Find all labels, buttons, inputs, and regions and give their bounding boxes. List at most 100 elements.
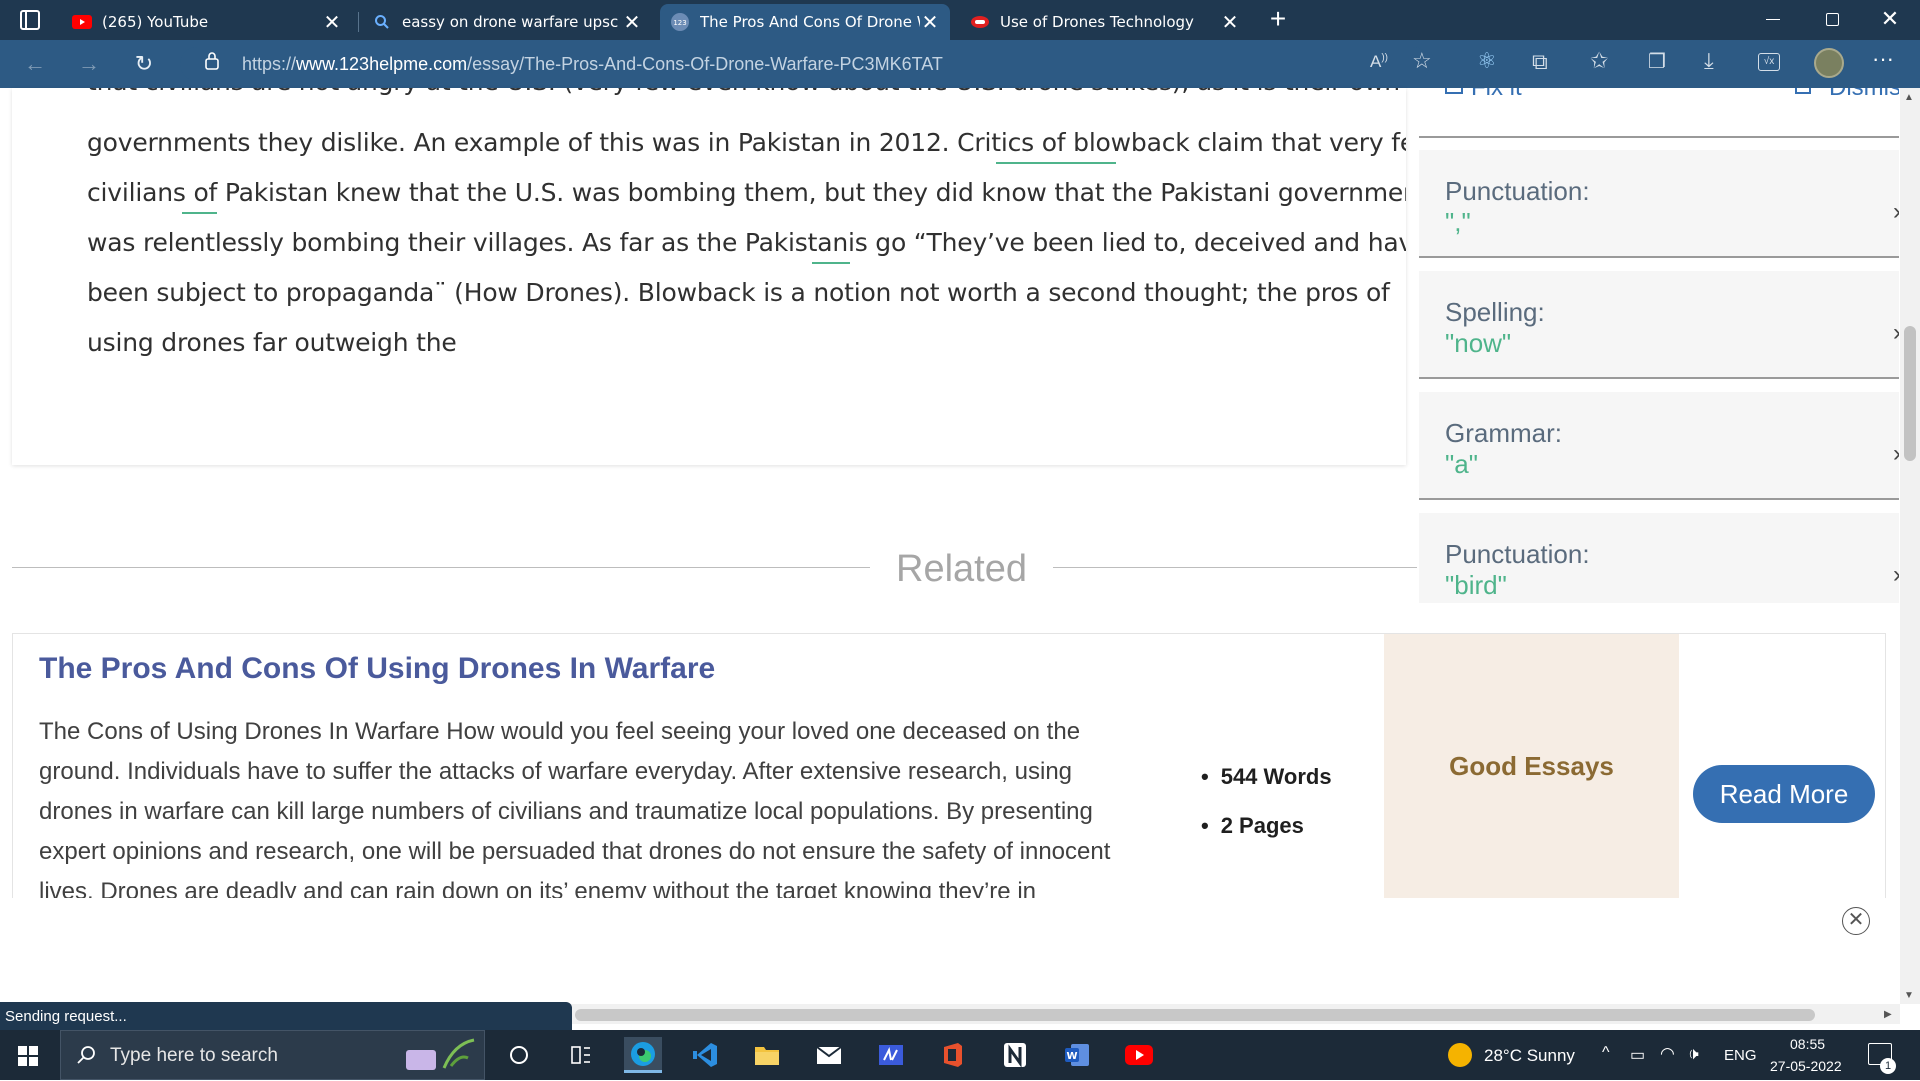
minimize-icon[interactable] [1766,19,1780,20]
search-placeholder: Type here to search [110,1045,278,1066]
dismiss-icon[interactable] [1795,88,1811,94]
file-explorer-icon[interactable] [748,1037,786,1073]
vertical-scroll-thumb[interactable] [1904,326,1916,461]
suggestion-card[interactable]: Punctuation: "," › [1419,150,1899,258]
weather-text[interactable]: 28°C Sunny [1484,1046,1575,1066]
site-123-icon: 123 [670,12,690,32]
chevron-right-icon[interactable]: › [1893,198,1899,226]
fix-it-icon[interactable] [1445,88,1463,94]
vscode-icon[interactable] [686,1037,724,1073]
related-essay-title[interactable]: The Pros And Cons Of Using Drones In War… [39,652,715,686]
chevron-right-icon[interactable]: › [1893,561,1899,589]
edge-icon[interactable] [624,1037,662,1073]
read-more-button[interactable]: Read More [1693,765,1875,823]
related-excerpt-line: ground. Individuals have to suffer the a… [39,758,1073,785]
favorites-icon[interactable]: ✩ [1590,48,1608,74]
volume-icon[interactable]: 🕩 [1688,1044,1699,1064]
close-tab-icon[interactable]: ✕ [322,12,342,32]
mail-icon[interactable] [810,1037,848,1073]
tab-pros-cons-drone[interactable]: 123 The Pros And Cons Of Drone Wa ✕ [660,4,950,40]
close-tab-icon[interactable]: ✕ [920,12,940,32]
vertical-scrollbar[interactable] [1900,88,1920,1004]
chevron-right-icon[interactable]: › [1893,319,1899,347]
tab-bing-search[interactable]: eassy on drone warfare upsc - Bi ✕ [362,4,652,40]
svg-text:W: W [1066,1051,1077,1062]
blowback-underline [996,162,1116,164]
extension-react-icon[interactable]: ⚛ [1477,48,1497,74]
close-ad-icon[interactable]: ✕ [1842,907,1870,935]
horizontal-scroll-thumb[interactable] [575,1009,1815,1021]
of-underline [182,212,217,214]
word-icon[interactable]: W [1058,1037,1096,1073]
pdf-icon [970,12,990,32]
go-underline [812,262,850,264]
search-icon [76,1045,96,1070]
youtube-icon [72,12,92,32]
suggestion-card[interactable]: Spelling: "now" › [1419,271,1899,379]
suggestion-top-actions: Fix it Dismiss [1419,88,1899,138]
scroll-down-icon[interactable]: ▼ [1904,990,1914,1001]
writing-suggestions-panel: Fix it Dismiss Punctuation: "," › Spelli… [1419,88,1899,603]
article-line: that civilians are not angry at the U.S.… [87,88,1400,96]
tab-title: Use of Drones Technology [1000,13,1194,31]
article-body-card: that civilians are not angry at the U.S.… [12,88,1406,465]
math-solver-icon[interactable]: √x [1758,53,1780,71]
word-count: 544 Words [1201,764,1332,790]
new-tab-icon[interactable]: + [1264,4,1292,34]
dismiss-button[interactable]: Dismiss [1829,88,1899,102]
refresh-icon[interactable]: ↻ [127,48,161,80]
cortana-icon[interactable] [500,1037,538,1073]
search-icon [372,12,392,32]
tab-youtube[interactable]: (265) YouTube ✕ [62,4,352,40]
restore-icon[interactable] [1826,13,1839,26]
profile-avatar[interactable] [1814,48,1844,78]
close-window-icon[interactable]: ✕ [1878,6,1902,32]
back-icon[interactable]: ← [18,48,52,80]
related-divider [12,567,1417,568]
suggestion-type: Grammar: [1445,418,1562,448]
tab-use-of-drones[interactable]: Use of Drones Technology ✕ [960,4,1250,40]
terminal-app-icon[interactable] [872,1037,910,1073]
forward-icon[interactable]: → [72,48,106,80]
notion-icon[interactable] [996,1037,1034,1073]
essay-grade: Good Essays [1384,634,1679,898]
clock-date[interactable]: 27-05-2022 [1770,1058,1842,1074]
windows-start-icon[interactable] [18,1046,38,1066]
wifi-icon[interactable]: ◠ [1660,1044,1675,1064]
article-line: was relentlessly bombing their villages.… [87,228,1406,257]
essay-stats: 544 Words 2 Pages [1201,764,1332,862]
show-hidden-icons[interactable]: ^ [1602,1044,1610,1062]
article-line: governments they dislike. An example of … [87,128,1406,157]
scroll-right-icon[interactable]: ▶ [1884,1009,1892,1020]
close-tab-icon[interactable]: ✕ [1220,12,1240,32]
language-indicator[interactable]: ENG [1724,1047,1757,1064]
related-excerpt-line: expert opinions and research, one will b… [39,838,1111,865]
downloads-icon[interactable]: ⤓ [1704,48,1714,74]
scroll-up-icon[interactable]: ▲ [1904,92,1914,103]
chevron-right-icon[interactable]: › [1893,440,1899,468]
office-icon[interactable] [934,1037,972,1073]
related-essay-card: The Pros And Cons Of Using Drones In War… [12,633,1886,898]
task-view-icon[interactable] [562,1037,600,1073]
suggestion-card[interactable]: Punctuation: "bird" › [1419,513,1899,603]
fix-it-button[interactable]: Fix it [1471,88,1522,102]
suggestion-value: "," [1445,207,1471,237]
url-text[interactable]: https://www.123helpme.com/essay/The-Pros… [242,54,943,75]
suggestion-card[interactable]: Grammar: "a" › [1419,392,1899,500]
favorite-add-icon[interactable]: ☆ [1412,48,1432,74]
read-aloud-icon[interactable]: A)) [1370,52,1388,72]
close-tab-icon[interactable]: ✕ [622,12,642,32]
article-line: civilians of Pakistan knew that the U.S.… [87,178,1406,207]
collections-icon[interactable]: ❐ [1648,49,1666,74]
tab-actions-icon[interactable] [20,10,40,30]
lock-icon [204,51,220,76]
related-excerpt-line: lives. Drones are deadly and can rain do… [39,878,1036,898]
suggestion-value: "now" [1445,328,1512,358]
battery-icon[interactable]: ▭ [1630,1045,1645,1065]
youtube-app-icon[interactable] [1120,1037,1158,1073]
extensions-icon[interactable]: ⧉ [1532,49,1548,75]
clock-time[interactable]: 08:55 [1790,1036,1825,1052]
svg-text:123: 123 [673,19,686,27]
more-options-icon[interactable]: ··· [1872,46,1894,72]
suggestion-value: "bird" [1445,570,1507,600]
